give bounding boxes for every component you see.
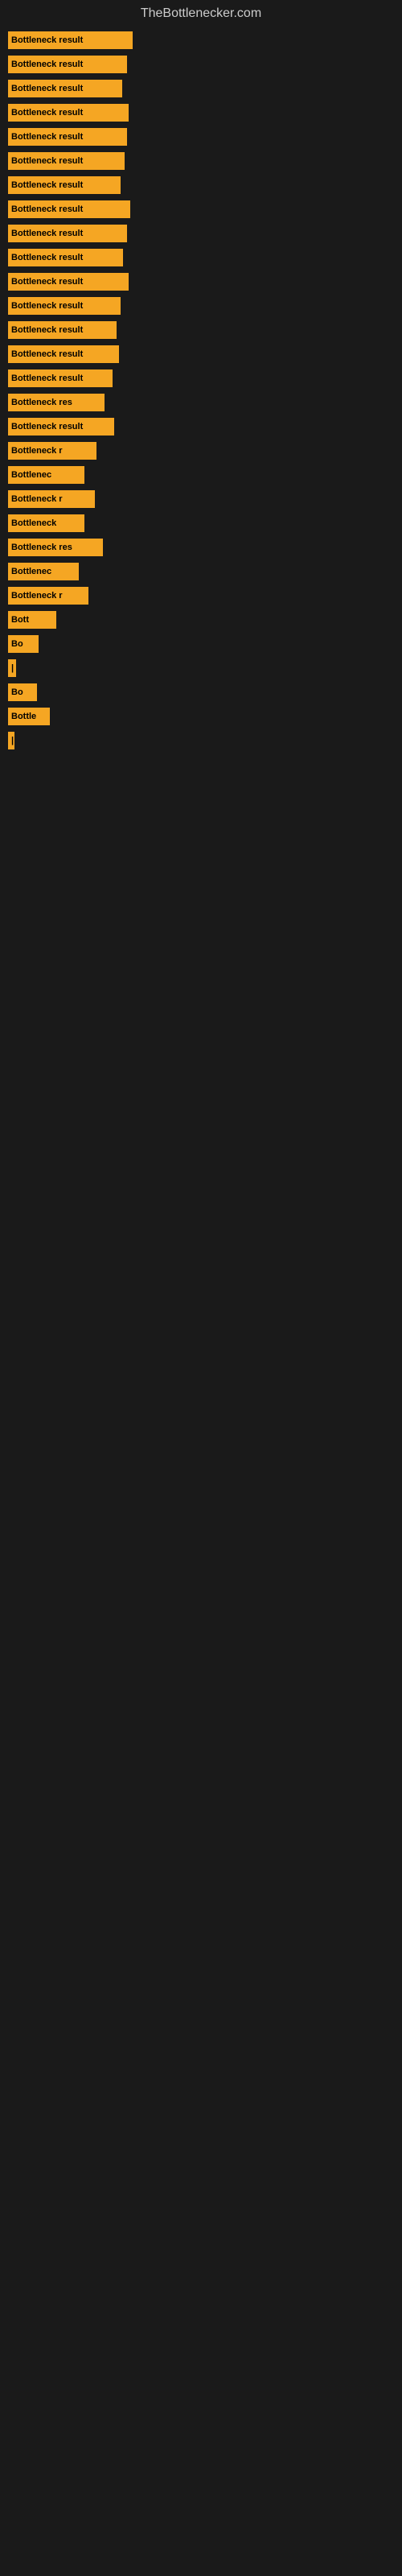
bottleneck-bar-19: Bottlenec [8,466,84,484]
bar-label-18: Bottleneck r [11,446,63,456]
bars-container: Bottleneck result Bottleneck result Bottle… [0,24,402,758]
bar-label-22: Bottleneck res [11,543,72,552]
bottleneck-bar-28: Bo [8,683,37,701]
bottleneck-bar-21: Bottleneck [8,514,84,532]
bar-row: Bottleneck result [8,246,394,269]
bar-label-26: Bo [11,639,23,649]
bar-label-6: Bottleneck result [11,156,83,166]
bottleneck-bar-3: Bottleneck result [8,80,122,97]
bar-row: Bottleneck result [8,222,394,245]
bar-row: Bott [8,609,394,631]
bar-label-4: Bottleneck result [11,108,83,118]
bar-row: Bottleneck result [8,343,394,365]
bar-label-20: Bottleneck r [11,494,63,504]
bottleneck-bar-14: Bottleneck result [8,345,119,363]
bar-row: Bottleneck result [8,270,394,293]
bar-row: Bottleneck result [8,29,394,52]
bottleneck-bar-16: Bottleneck res [8,394,105,411]
bottleneck-bar-11: Bottleneck result [8,273,129,291]
bar-row: Bottlenec [8,464,394,486]
bar-row: Bottleneck result [8,101,394,124]
bar-row: Bo [8,681,394,704]
bar-label-23: Bottlenec [11,567,51,576]
bar-row: Bottleneck result [8,174,394,196]
bar-row: Bottleneck r [8,488,394,510]
bar-label-13: Bottleneck result [11,325,83,335]
bottleneck-bar-4: Bottleneck result [8,104,129,122]
bar-label-16: Bottleneck res [11,398,72,407]
bar-label-27: | [11,663,14,673]
bar-label-21: Bottleneck [11,518,56,528]
bar-row: Bottleneck result [8,367,394,390]
bottleneck-bar-6: Bottleneck result [8,152,125,170]
bottleneck-bar-17: Bottleneck result [8,418,114,436]
bottleneck-bar-9: Bottleneck result [8,225,127,242]
bottleneck-bar-1: Bottleneck result [8,31,133,49]
bar-label-8: Bottleneck result [11,204,83,214]
bar-label-9: Bottleneck result [11,229,83,238]
bar-row: Bottleneck r [8,584,394,607]
bottleneck-bar-20: Bottleneck r [8,490,95,508]
bar-label-5: Bottleneck result [11,132,83,142]
bottleneck-bar-7: Bottleneck result [8,176,121,194]
bottleneck-bar-8: Bottleneck result [8,200,130,218]
bar-row: Bottleneck r [8,440,394,462]
bar-row: Bottleneck result [8,150,394,172]
bottleneck-bar-29: Bottle [8,708,50,725]
bar-label-30: | [11,736,14,745]
bar-label-12: Bottleneck result [11,301,83,311]
bar-label-11: Bottleneck result [11,277,83,287]
bottleneck-bar-5: Bottleneck result [8,128,127,146]
bar-row: Bottleneck [8,512,394,535]
bar-label-2: Bottleneck result [11,60,83,69]
bottleneck-bar-12: Bottleneck result [8,297,121,315]
bar-row: Bottlenec [8,560,394,583]
bar-row: Bottleneck result [8,295,394,317]
site-title: TheBottlenecker.com [0,0,402,24]
bar-row: Bottleneck result [8,53,394,76]
bottleneck-bar-25: Bott [8,611,56,629]
bar-label-19: Bottlenec [11,470,51,480]
bottleneck-bar-18: Bottleneck r [8,442,96,460]
bottleneck-bar-15: Bottleneck result [8,369,113,387]
bar-row: Bottleneck result [8,77,394,100]
bottleneck-bar-27: | [8,659,16,677]
bar-label-24: Bottleneck r [11,591,63,601]
bottleneck-bar-10: Bottleneck result [8,249,123,266]
bottleneck-bar-24: Bottleneck r [8,587,88,605]
bar-label-25: Bott [11,615,29,625]
bar-row: Bottle [8,705,394,728]
bar-label-3: Bottleneck result [11,84,83,93]
bar-row: Bottleneck result [8,198,394,221]
bar-row: Bottleneck res [8,391,394,414]
bar-label-17: Bottleneck result [11,422,83,431]
bar-label-15: Bottleneck result [11,374,83,383]
bar-row: Bottleneck result [8,126,394,148]
bottleneck-bar-30: | [8,732,14,749]
bar-label-1: Bottleneck result [11,35,83,45]
bar-label-29: Bottle [11,712,36,721]
bar-row: | [8,657,394,679]
bottleneck-bar-23: Bottlenec [8,563,79,580]
bottleneck-bar-2: Bottleneck result [8,56,127,73]
bottleneck-bar-26: Bo [8,635,39,653]
bar-label-28: Bo [11,687,23,697]
bar-label-10: Bottleneck result [11,253,83,262]
bar-row: Bo [8,633,394,655]
bar-row: | [8,729,394,752]
bar-label-7: Bottleneck result [11,180,83,190]
bottleneck-bar-13: Bottleneck result [8,321,117,339]
bottleneck-bar-22: Bottleneck res [8,539,103,556]
bar-row: Bottleneck result [8,415,394,438]
bar-label-14: Bottleneck result [11,349,83,359]
site-title-text: TheBottlenecker.com [141,6,261,20]
bar-row: Bottleneck result [8,319,394,341]
bar-row: Bottleneck res [8,536,394,559]
